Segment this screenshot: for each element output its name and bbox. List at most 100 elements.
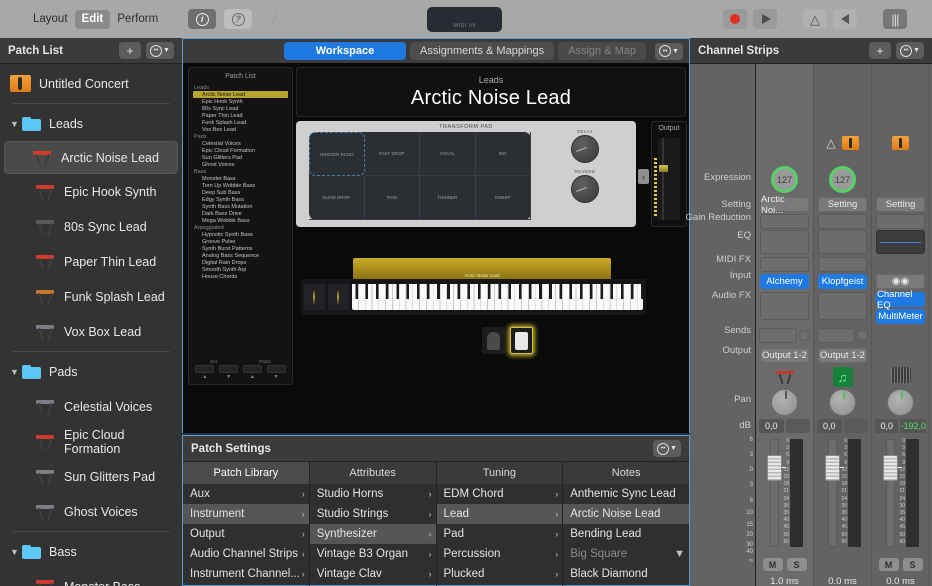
tab-assignments-mappings[interactable]: Assignments & Mappings (410, 42, 554, 60)
setting-field-2[interactable]: Setting (818, 197, 867, 212)
pad-cell-slow-drop[interactable]: SLOW DROP (309, 176, 365, 220)
download-icon[interactable]: ▼ (674, 548, 685, 560)
tuning-item-plucked[interactable]: Plucked › (437, 564, 563, 584)
inner-item[interactable]: Groove Pulse (193, 238, 288, 245)
sidebar-item-paper-thin-lead[interactable]: Paper Thin Lead (0, 244, 182, 279)
inner-item[interactable]: Smooth Synth Arp (193, 266, 288, 273)
add-patch-button[interactable]: + (119, 42, 141, 59)
sidebar-item-celestial-voices[interactable]: Celestial Voices (0, 389, 182, 424)
midi-fx-slot-1[interactable] (760, 257, 809, 272)
inner-item[interactable]: Monster Bass (193, 175, 288, 182)
tab-assign-map[interactable]: Assign & Map (558, 42, 646, 60)
channel-strip-3[interactable]: Setting ◉◉ Channel EQ MultiMeter (872, 64, 930, 586)
sidebar-item-sun-glitters-pad[interactable]: Sun Glitters Pad (0, 459, 182, 494)
workspace-action-menu[interactable]: ••▼ (655, 43, 683, 60)
sidebar-item-epic-hook-synth[interactable]: Epic Hook Synth (0, 174, 182, 209)
inner-item[interactable]: Deep Sub Bass (193, 189, 288, 196)
workspace-canvas[interactable]: Patch List Leads Arctic Noise Lead Epic … (182, 63, 690, 433)
transform-pad-plugin[interactable]: TRANSFORM PAD HOOVER ECHO FAST DROP VOCA… (296, 121, 636, 227)
inner-item[interactable]: Dark Bass Drive (193, 210, 288, 217)
sidebar-item-arctic-noise-lead[interactable]: Arctic Noise Lead (4, 141, 178, 174)
eq-display-2[interactable] (818, 230, 867, 254)
library-item-aux[interactable]: Aux › (183, 484, 309, 504)
volume-fader-2[interactable] (825, 455, 840, 481)
pan-knob-2[interactable] (829, 389, 856, 416)
db-value-2[interactable]: 0,0 (817, 419, 842, 433)
solo-button-3[interactable]: S (903, 558, 923, 571)
output-fader[interactable] (658, 138, 669, 220)
notes-item-bending-lead[interactable]: Bending Lead (563, 524, 689, 544)
inner-item[interactable]: Synth Burst Patterns (193, 245, 288, 252)
inner-item[interactable]: Analog Bass Sequence (193, 252, 288, 259)
inner-item[interactable]: Vox Box Lead (193, 126, 288, 133)
output-slot-1[interactable]: Output 1-2 (760, 348, 809, 363)
inner-item[interactable]: Epic Cloud Formation (193, 147, 288, 154)
attr-item-vintage-b3-organ[interactable]: Vintage B3 Organ › (310, 544, 436, 564)
audio-fx-slot-2[interactable] (818, 292, 867, 320)
audio-fx-channel-eq[interactable]: Channel EQ (876, 292, 925, 307)
sidebar-item-leads[interactable]: ▼ Leads (0, 106, 182, 141)
sidebar-item-monster-bass[interactable]: Monster Bass (0, 569, 182, 586)
tuning-item-percussion[interactable]: Percussion › (437, 544, 563, 564)
input-slot-3[interactable]: ◉◉ (876, 274, 925, 289)
input-slot-2[interactable]: Klopfgeist (818, 274, 867, 289)
sends-slot-1[interactable] (759, 328, 797, 343)
inner-item[interactable]: Edgy Synth Bass (193, 196, 288, 203)
chevron-down-icon[interactable]: ▼ (10, 367, 21, 377)
attr-item-vintage-clav[interactable]: Vintage Clav › (310, 564, 436, 584)
channel-strip-1[interactable]: 127 Arctic Noi... Alchemy (756, 64, 814, 586)
pad-cell-fast-drop[interactable]: FAST DROP (365, 132, 421, 176)
db-value-1[interactable]: 0,0 (759, 419, 784, 433)
send-knob-2[interactable] (857, 330, 868, 341)
pad-cell-hoover-echo[interactable]: HOOVER ECHO (309, 132, 365, 176)
output-slot-2[interactable]: Output 1-2 (818, 348, 867, 363)
patch-prev-button[interactable] (243, 365, 262, 373)
setting-field-1[interactable]: Arctic Noi... (760, 197, 809, 212)
attr-item-studio-strings[interactable]: Studio Strings › (310, 504, 436, 524)
sidebar-item-bass[interactable]: ▼ Bass (0, 534, 182, 569)
help-icon[interactable]: ? (224, 9, 252, 29)
sustain-pedal[interactable] (510, 327, 533, 354)
send-knob-1[interactable] (799, 330, 810, 341)
expression-knob-1[interactable]: 127 (771, 166, 798, 193)
inner-item[interactable]: House Chords (193, 273, 288, 280)
sidebar-item-vox-box-lead[interactable]: Vox Box Lead (0, 314, 182, 349)
metronome-button[interactable]: △ (803, 9, 827, 29)
inner-item[interactable]: Funk Splash Lead (193, 119, 288, 126)
reverb-knob[interactable] (571, 175, 599, 203)
inner-item[interactable]: Torn Up Wobble Bass (193, 182, 288, 189)
audio-fx-multimeter[interactable]: MultiMeter (876, 309, 925, 324)
pad-cell-thinner[interactable]: THINNER (420, 176, 476, 220)
tuning-item-edm-chord[interactable]: EDM Chord › (437, 484, 563, 504)
inner-item[interactable]: 80s Sync Lead (193, 105, 288, 112)
patch-title-display[interactable]: Leads Arctic Noise Lead (296, 67, 686, 117)
sidebar-item-ghost-voices[interactable]: Ghost Voices (0, 494, 182, 529)
inner-item[interactable]: Digital Rain Drops (193, 259, 288, 266)
transform-pad-grid[interactable]: HOOVER ECHO FAST DROP VOCAL BIG SLOW DRO… (309, 132, 531, 220)
volume-fader-1[interactable] (767, 455, 782, 481)
tune-icon[interactable]: ╱ (260, 9, 288, 29)
modulation-wheel[interactable] (328, 284, 349, 310)
pan-knob-3[interactable] (887, 389, 914, 416)
eq-display-1[interactable] (760, 230, 809, 254)
patch-next-button[interactable] (267, 365, 286, 373)
patch-settings-action-menu[interactable]: ••▼ (653, 440, 681, 457)
pad-cell-big[interactable]: BIG (476, 132, 532, 176)
library-item-output[interactable]: Output › (183, 524, 309, 544)
notes-item-anthemic-sync-lead[interactable]: Anthemic Sync Lead (563, 484, 689, 504)
piano-keys[interactable] (352, 284, 643, 310)
tuner-button[interactable] (833, 9, 857, 29)
sidebar-item-pads[interactable]: ▼ Pads (0, 354, 182, 389)
sidebar-item-funk-splash-lead[interactable]: Funk Splash Lead (0, 279, 182, 314)
channel-strips-action-menu[interactable]: ••▼ (896, 42, 924, 59)
library-item-instrument[interactable]: Instrument › (183, 504, 309, 524)
play-button[interactable] (753, 9, 777, 29)
notes-item-black-diamond[interactable]: Black Diamond (563, 564, 689, 584)
mixer-button[interactable]: ||| (883, 9, 907, 29)
screen-control-patch-list[interactable]: Patch List Leads Arctic Noise Lead Epic … (188, 67, 293, 385)
mode-perform[interactable]: Perform (110, 10, 165, 29)
inner-patch-list-items[interactable]: Leads Arctic Noise Lead Epic Hook Synth … (189, 84, 292, 280)
pan-knob-1[interactable] (771, 389, 798, 416)
info-icon[interactable]: i (188, 9, 216, 29)
patch-library-browser[interactable]: Patch Library Aux › Instrument › Output … (183, 462, 689, 586)
